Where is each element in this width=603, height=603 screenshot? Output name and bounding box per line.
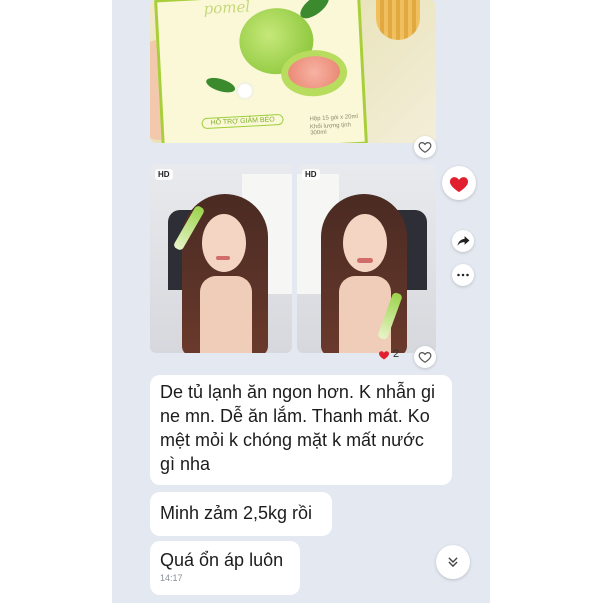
lips-shape <box>216 256 230 260</box>
heart-outline-icon <box>418 142 432 153</box>
product-box: pomel HỖ TRỢ GIẢM BÉO Hộp 15 gói x 20ml … <box>154 0 368 143</box>
reaction-count: 2 <box>393 348 400 360</box>
message-text: Minh zảm 2,5kg rồi <box>160 503 313 523</box>
like-button[interactable] <box>414 346 436 368</box>
selfie-photo[interactable]: HD <box>150 164 292 353</box>
scroll-down-button[interactable] <box>436 545 470 579</box>
product-fineprint: Hộp 15 gói x 20ml <box>309 113 359 123</box>
product-fineprint: Khối lượng tịnh 300ml <box>309 122 352 137</box>
like-button[interactable] <box>414 136 436 158</box>
share-arrow-icon <box>457 236 469 246</box>
product-claim: HỖ TRỢ GIẢM BÉO <box>201 113 285 130</box>
chat-panel: pomel HỖ TRỢ GIẢM BÉO Hộp 15 gói x 20ml … <box>112 0 490 603</box>
flower-graphic <box>237 83 253 99</box>
heart-filled-icon <box>449 177 469 193</box>
heart-filled-icon <box>379 350 389 359</box>
message-bubble[interactable]: Quá ổn áp luôn 14:17 <box>150 541 300 595</box>
product-photo[interactable]: pomel HỖ TRỢ GIẢM BÉO Hộp 15 gói x 20ml … <box>150 0 436 143</box>
more-button[interactable] <box>452 264 474 286</box>
shoulder-shape <box>339 276 391 353</box>
message-text: De tủ lạnh ăn ngon hơn. K nhẫn gi ne mn.… <box>160 382 436 474</box>
selfie-photo[interactable]: HD <box>297 164 436 353</box>
more-dots-icon <box>457 273 469 277</box>
hd-badge: HD <box>302 169 320 180</box>
heart-outline-icon <box>418 352 432 363</box>
basket-graphic <box>376 0 420 40</box>
message-text: Quá ổn áp luôn <box>160 550 284 570</box>
chevron-double-down-icon <box>448 557 458 568</box>
face-shape <box>202 214 246 272</box>
product-brand: pomel <box>203 0 251 18</box>
message-bubble[interactable]: Minh zảm 2,5kg rồi <box>150 492 332 536</box>
share-button[interactable] <box>452 230 474 252</box>
reaction-button[interactable] <box>442 166 476 200</box>
message-timestamp: 14:17 <box>160 573 183 583</box>
lips-shape <box>357 258 373 263</box>
reaction-summary[interactable]: 2 <box>378 348 399 360</box>
face-shape <box>343 214 387 272</box>
message-bubble[interactable]: De tủ lạnh ăn ngon hơn. K nhẫn gi ne mn.… <box>150 375 452 485</box>
hd-badge: HD <box>155 169 173 180</box>
shoulder-shape <box>200 276 252 353</box>
leaf-graphic <box>204 75 237 96</box>
